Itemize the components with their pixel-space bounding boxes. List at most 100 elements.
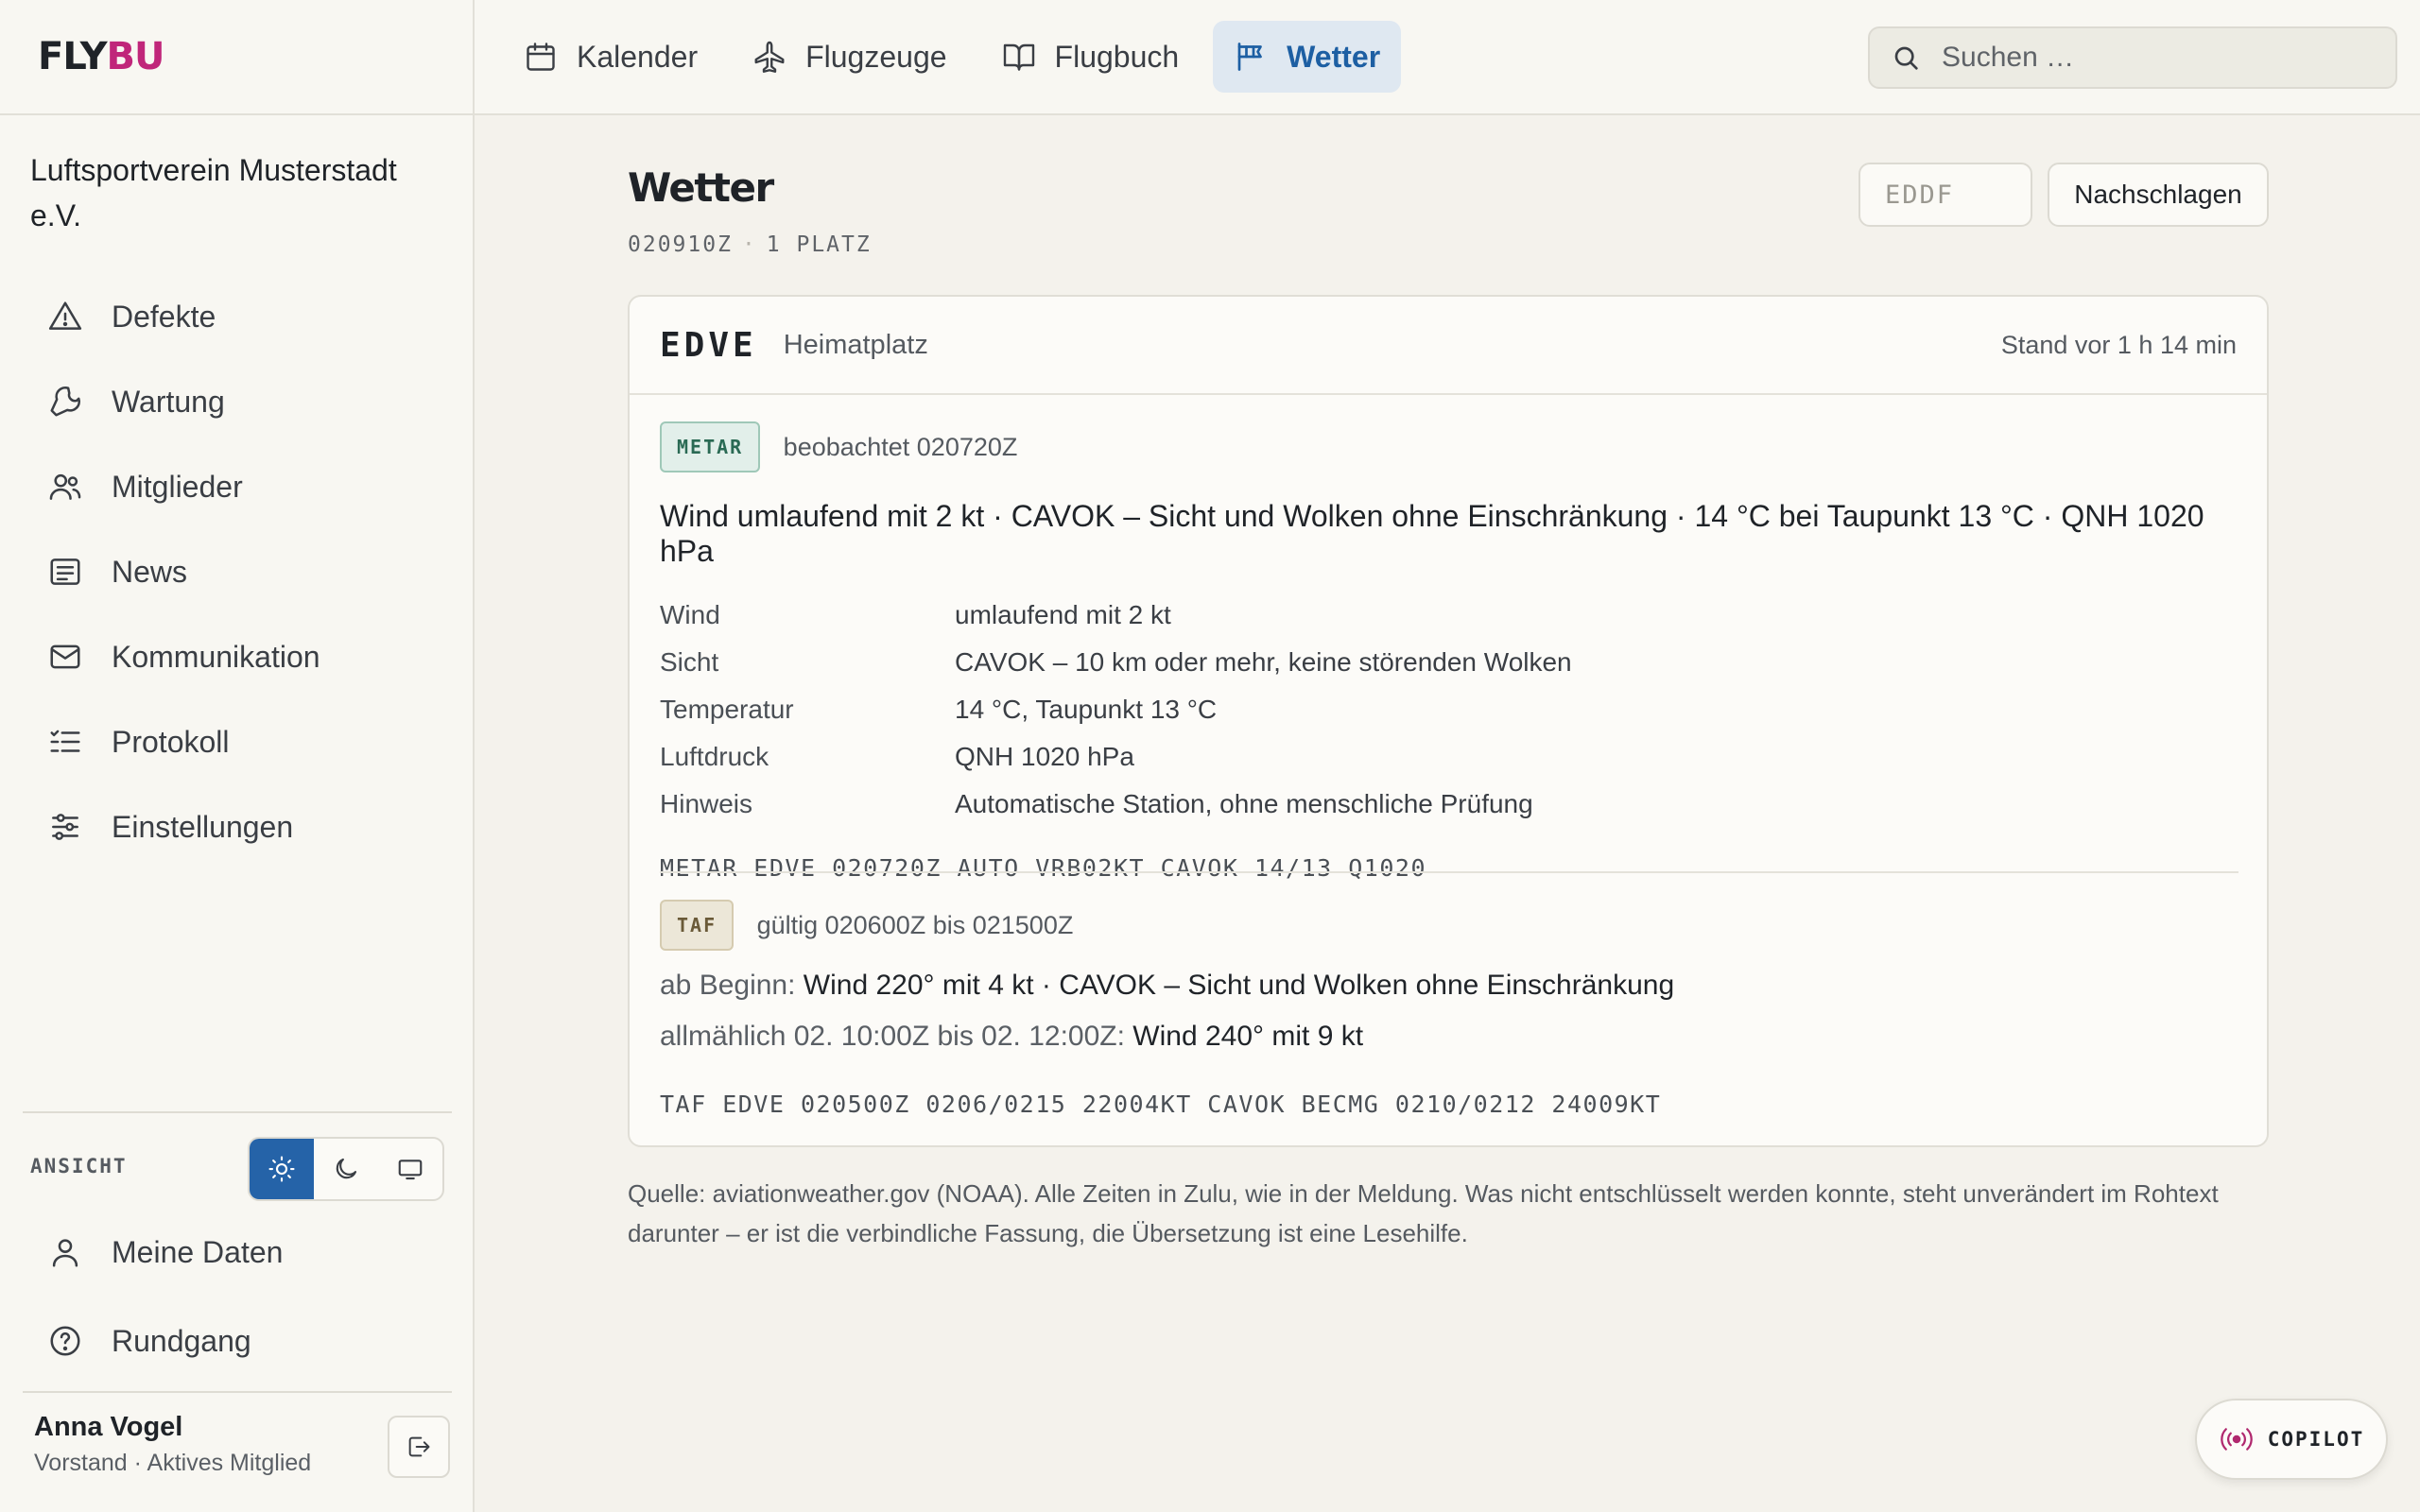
taf-valid: gültig 020600Z bis 021500Z xyxy=(756,910,1074,939)
station-card: EDVE Heimatplatz Stand vor 1 h 14 min ME… xyxy=(628,295,2269,1147)
metar-detail-row: Wind umlaufend mit 2 kt xyxy=(660,592,2238,639)
metar-badge: METAR xyxy=(660,421,761,472)
sidebar-item-label: Rundgang xyxy=(112,1323,251,1358)
sidebar-item-label: Mitglieder xyxy=(112,469,243,504)
meta-time: 020910Z xyxy=(628,232,733,257)
copilot-label: COPILOT xyxy=(2267,1428,2365,1451)
metar-raw: METAR EDVE 020720Z AUTO VRB02KT CAVOK 14… xyxy=(660,854,1427,882)
detail-key: Temperatur xyxy=(660,695,794,724)
tab-flugzeuge[interactable]: Flugzeuge xyxy=(732,21,967,93)
tab-wetter[interactable]: Wetter xyxy=(1213,21,1402,93)
sidebar-item-label: Protokoll xyxy=(112,724,230,759)
sidebar-item-news[interactable]: News xyxy=(28,529,444,614)
sidebar-item-wartung[interactable]: Wartung xyxy=(28,359,444,444)
windsock-flag-icon xyxy=(1237,43,1263,71)
sidebar-item-einstellungen[interactable]: Einstellungen xyxy=(28,784,444,869)
sidebar-divider xyxy=(23,1391,452,1393)
book-icon xyxy=(1003,43,1034,71)
theme-system-button[interactable] xyxy=(378,1139,442,1199)
sidebar: FLYBU Luftsportverein Musterstadt e.V. D… xyxy=(0,0,475,1512)
search-input[interactable] xyxy=(1940,41,2360,75)
sun-icon xyxy=(268,1156,295,1182)
monitor-icon xyxy=(398,1160,423,1180)
metar-details: Wind umlaufend mit 2 kt Sicht CAVOK – 10 k… xyxy=(660,592,2238,828)
detail-key: Sicht xyxy=(660,647,719,677)
tab-label: Flugzeuge xyxy=(805,39,947,74)
detail-key: Hinweis xyxy=(660,789,753,818)
logout-icon xyxy=(408,1436,430,1457)
data-age: Stand vor 1 h 14 min xyxy=(2000,330,2237,359)
sidebar-item-label: Defekte xyxy=(112,299,216,334)
app-logo[interactable]: FLYBU xyxy=(38,35,165,78)
station-card-header: EDVE Heimatplatz Stand vor 1 h 14 min xyxy=(630,297,2267,395)
taf-lines: ab Beginn: Wind 220° mit 4 kt · CAVOK – … xyxy=(660,960,2238,1062)
calendar-icon xyxy=(527,43,555,71)
detail-key: Wind xyxy=(660,600,720,629)
metar-detail-row: Hinweis Automatische Station, ohne mensch… xyxy=(660,781,2238,828)
view-label: ANSICHT xyxy=(30,1155,128,1177)
copilot-button[interactable]: COPILOT xyxy=(2195,1399,2388,1480)
metar-section: METAR beobachtet 020720Z Wind umlaufend … xyxy=(660,421,2238,882)
lookup-button[interactable]: Nachschlagen xyxy=(2048,163,2269,227)
sidebar-nav: Defekte Wartung Mitglieder News Kommunik… xyxy=(28,274,444,869)
plane-icon xyxy=(754,41,785,73)
moon-icon xyxy=(336,1158,357,1179)
help-icon xyxy=(50,1326,80,1356)
tab-label: Flugbuch xyxy=(1054,39,1180,74)
theme-light-button[interactable] xyxy=(250,1139,314,1199)
mail-icon xyxy=(50,644,80,669)
tab-flugbuch[interactable]: Flugbuch xyxy=(981,21,1201,93)
metar-observed: beobachtet 020720Z xyxy=(783,432,1018,461)
sidebar-item-rundgang[interactable]: Rundgang xyxy=(28,1298,444,1383)
metar-summary: Wind umlaufend mit 2 kt · CAVOK – Sicht … xyxy=(660,499,2204,568)
sidebar-item-label: Wartung xyxy=(112,384,225,419)
logo-bar: FLYBU xyxy=(0,0,473,115)
metar-detail-row: Sicht CAVOK – 10 km oder mehr, keine stör… xyxy=(660,639,2238,686)
organization-name: Luftsportverein Musterstadt e.V. xyxy=(30,153,397,232)
tab-label: Wetter xyxy=(1287,39,1381,74)
taf-section: TAF gültig 020600Z bis 021500Z ab Beginn… xyxy=(660,900,2238,1118)
top-bar: Kalender Flugzeuge Flugbuch Wetter xyxy=(475,0,2420,115)
theme-switcher xyxy=(248,1137,444,1201)
list-icon xyxy=(50,730,80,752)
search-box[interactable] xyxy=(1868,26,2397,89)
sidebar-divider xyxy=(23,1111,452,1113)
sidebar-item-meine-daten[interactable]: Meine Daten xyxy=(28,1210,444,1295)
detail-value: CAVOK – 10 km oder mehr, keine störenden… xyxy=(955,647,1572,677)
metar-detail-row: Temperatur 14 °C, Taupunkt 13 °C xyxy=(660,686,2238,733)
theme-dark-button[interactable] xyxy=(314,1139,378,1199)
sidebar-item-protokoll[interactable]: Protokoll xyxy=(28,699,444,784)
sidebar-item-kommunikation[interactable]: Kommunikation xyxy=(28,614,444,699)
sidebar-item-label: Einstellungen xyxy=(112,809,294,844)
section-divider xyxy=(660,871,2238,873)
metar-header: METAR beobachtet 020720Z xyxy=(660,421,2238,472)
user-role: Vorstand · Aktives Mitglied xyxy=(34,1450,312,1476)
sidebar-bottom-nav: Meine Daten Rundgang xyxy=(28,1210,444,1383)
users-icon xyxy=(49,473,81,500)
meta-separator: · xyxy=(741,232,757,257)
wrench-icon xyxy=(50,387,80,417)
logout-button[interactable] xyxy=(388,1416,450,1478)
taf-line-text: Wind 220° mit 4 kt · CAVOK – Sicht und W… xyxy=(803,970,1675,1001)
station-role: Heimatplatz xyxy=(783,329,928,360)
detail-key: Luftdruck xyxy=(660,742,769,771)
user-name: Anna Vogel xyxy=(34,1412,183,1442)
taf-line-label: allmählich 02. 10:00Z bis 02. 12:00Z: xyxy=(660,1021,1125,1052)
detail-value: Automatische Station, ohne menschliche P… xyxy=(955,789,1533,818)
newspaper-icon xyxy=(50,558,80,585)
meta-count: 1 PLATZ xyxy=(766,232,872,257)
sidebar-item-mitglieder[interactable]: Mitglieder xyxy=(28,444,444,529)
sidebar-item-label: News xyxy=(112,554,188,589)
metar-detail-row: Luftdruck QNH 1020 hPa xyxy=(660,733,2238,781)
page-meta: 020910Z · 1 PLATZ xyxy=(628,232,872,257)
icao-input[interactable] xyxy=(1858,163,2032,227)
taf-header: TAF gültig 020600Z bis 021500Z xyxy=(660,900,2238,951)
tab-kalender[interactable]: Kalender xyxy=(503,21,718,93)
detail-value: umlaufend mit 2 kt xyxy=(955,600,1171,629)
taf-badge: TAF xyxy=(660,900,735,951)
taf-line: allmählich 02. 10:00Z bis 02. 12:00Z: Wi… xyxy=(660,1011,2238,1062)
taf-line-label: ab Beginn: xyxy=(660,970,796,1001)
taf-raw: TAF EDVE 020500Z 0206/0215 22004KT CAVOK… xyxy=(660,1091,1662,1118)
detail-value: QNH 1020 hPa xyxy=(955,742,1134,771)
sidebar-item-defekte[interactable]: Defekte xyxy=(28,274,444,359)
